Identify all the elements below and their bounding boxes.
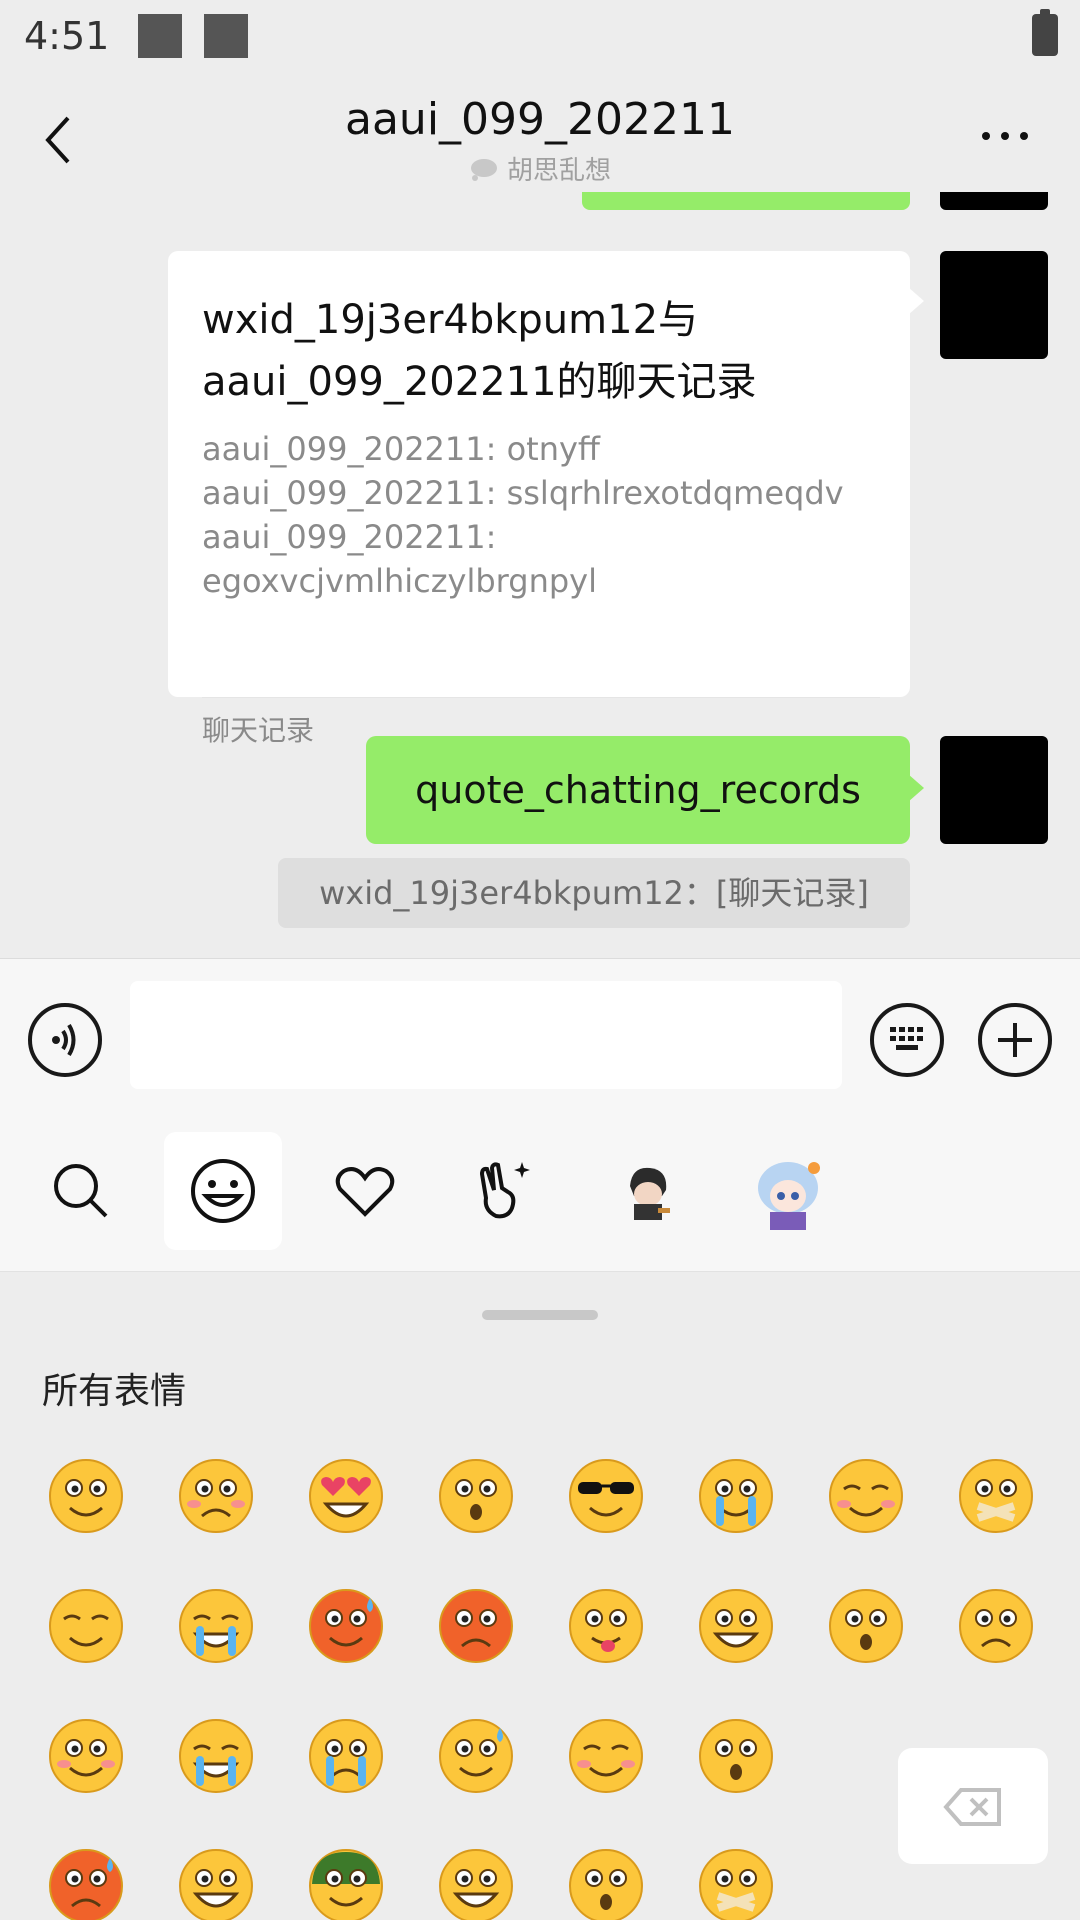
emoji-mouth-taped[interactable] xyxy=(956,1456,1036,1536)
emoji-shocked[interactable] xyxy=(826,1586,906,1666)
tab-sticker-pack[interactable] xyxy=(588,1132,706,1250)
notification-icon xyxy=(204,14,248,58)
quoted-message[interactable]: wxid_19j3er4bkpum12：[聊天记录] xyxy=(278,858,910,928)
emoji-sweat-red[interactable] xyxy=(306,1586,386,1666)
emoji-smile-blush[interactable] xyxy=(566,1716,646,1796)
emoji-big-grin[interactable] xyxy=(176,1846,256,1920)
chat-bubble-icon xyxy=(470,159,497,181)
heart-icon xyxy=(335,1167,395,1217)
emoji-army-helmet[interactable] xyxy=(306,1846,386,1920)
drag-handle[interactable] xyxy=(482,1310,598,1320)
status-bar: 4:51 xyxy=(0,0,1080,80)
tab-favorites[interactable] xyxy=(306,1132,424,1250)
message-bubble-partial[interactable] xyxy=(582,192,910,210)
emoji-sleepy[interactable] xyxy=(46,1586,126,1666)
emoji-smile[interactable] xyxy=(46,1456,126,1536)
emoji-worried[interactable] xyxy=(176,1456,256,1536)
emoji-frown[interactable] xyxy=(956,1586,1036,1666)
tab-emoji[interactable] xyxy=(164,1132,282,1250)
add-button[interactable] xyxy=(978,1003,1052,1077)
avatar[interactable] xyxy=(940,192,1048,210)
record-card-title: wxid_19j3er4bkpum12与aaui_099_202211的聊天记录 xyxy=(202,297,757,405)
emoji-stare[interactable] xyxy=(436,1456,516,1536)
emoji-laugh-cry[interactable] xyxy=(176,1716,256,1796)
emoji-tongue-wink[interactable] xyxy=(566,1586,646,1666)
record-line: aaui_099_202211: sslqrhlrexotdqmeqdv xyxy=(202,474,844,512)
voice-icon xyxy=(52,1023,76,1057)
plus-icon xyxy=(998,1023,1032,1057)
avatar[interactable] xyxy=(940,736,1048,844)
emoji-angry[interactable] xyxy=(436,1586,516,1666)
chat-subtitle: 胡思乱想 xyxy=(506,156,611,186)
avatar[interactable] xyxy=(940,251,1048,359)
tab-search[interactable] xyxy=(22,1132,140,1250)
emoji-tab-bar xyxy=(0,1120,1080,1272)
emoji-grin[interactable] xyxy=(696,1586,776,1666)
emoji-surprised[interactable] xyxy=(696,1716,776,1796)
sticker-character-2 xyxy=(758,1162,820,1230)
chat-header: aaui_099_202211 胡思乱想 xyxy=(0,80,1080,192)
more-dots-icon[interactable] xyxy=(980,130,1030,142)
emoji-furious[interactable] xyxy=(46,1846,126,1920)
chat-messages[interactable]: wxid_19j3er4bkpum12与aaui_099_202211的聊天记录… xyxy=(0,192,1080,958)
emoji-panel[interactable]: 所有表情 xyxy=(0,1272,1080,1920)
emoji-tearful-grin[interactable] xyxy=(176,1586,256,1666)
record-card-preview: aaui_099_202211: otnyff aaui_099_202211:… xyxy=(202,427,892,603)
emoji-blush[interactable] xyxy=(46,1716,126,1796)
sticker-character-1 xyxy=(630,1167,670,1220)
battery-icon xyxy=(1032,9,1058,56)
emoji-cool-sunglasses[interactable] xyxy=(566,1456,646,1536)
message-input[interactable] xyxy=(130,981,842,1089)
emoji-laughing[interactable] xyxy=(436,1846,516,1920)
emoji-shush[interactable] xyxy=(696,1846,776,1920)
keyboard-icon xyxy=(890,1027,923,1050)
divider xyxy=(202,697,880,698)
record-line: aaui_099_202211: otnyff xyxy=(202,430,600,468)
status-time: 4:51 xyxy=(24,14,110,58)
page-title: aaui_099_202211 xyxy=(345,94,735,145)
emoji-sick[interactable] xyxy=(306,1716,386,1796)
keyboard-button[interactable] xyxy=(870,1003,944,1077)
gesture-icon xyxy=(479,1162,530,1219)
message-bubble[interactable]: quote_chatting_records xyxy=(366,736,924,844)
tab-gestures[interactable] xyxy=(446,1132,564,1250)
notification-icon xyxy=(138,14,182,58)
emoji-crying[interactable] xyxy=(696,1456,776,1536)
delete-button[interactable] xyxy=(898,1748,1048,1864)
chat-status: 胡思乱想 xyxy=(0,150,1080,187)
backspace-icon xyxy=(943,1788,1001,1826)
record-card-footer: 聊天记录 xyxy=(202,714,315,747)
voice-button[interactable] xyxy=(28,1003,102,1077)
emoji-shy[interactable] xyxy=(826,1456,906,1536)
input-bar xyxy=(0,958,1080,1120)
search-icon xyxy=(54,1164,108,1218)
chat-record-card[interactable]: wxid_19j3er4bkpum12与aaui_099_202211的聊天记录… xyxy=(168,251,924,747)
emoji-facepalm[interactable] xyxy=(436,1716,516,1796)
emoji-question[interactable] xyxy=(566,1846,646,1920)
emoji-heart-eyes[interactable] xyxy=(306,1456,386,1536)
record-line: egoxvcjvmlhiczylbrgnpyl xyxy=(202,562,597,600)
section-label: 所有表情 xyxy=(42,1371,187,1412)
smiley-icon xyxy=(191,1159,255,1223)
record-line: aaui_099_202211: xyxy=(202,518,497,556)
tab-sticker-pack[interactable] xyxy=(728,1132,846,1250)
